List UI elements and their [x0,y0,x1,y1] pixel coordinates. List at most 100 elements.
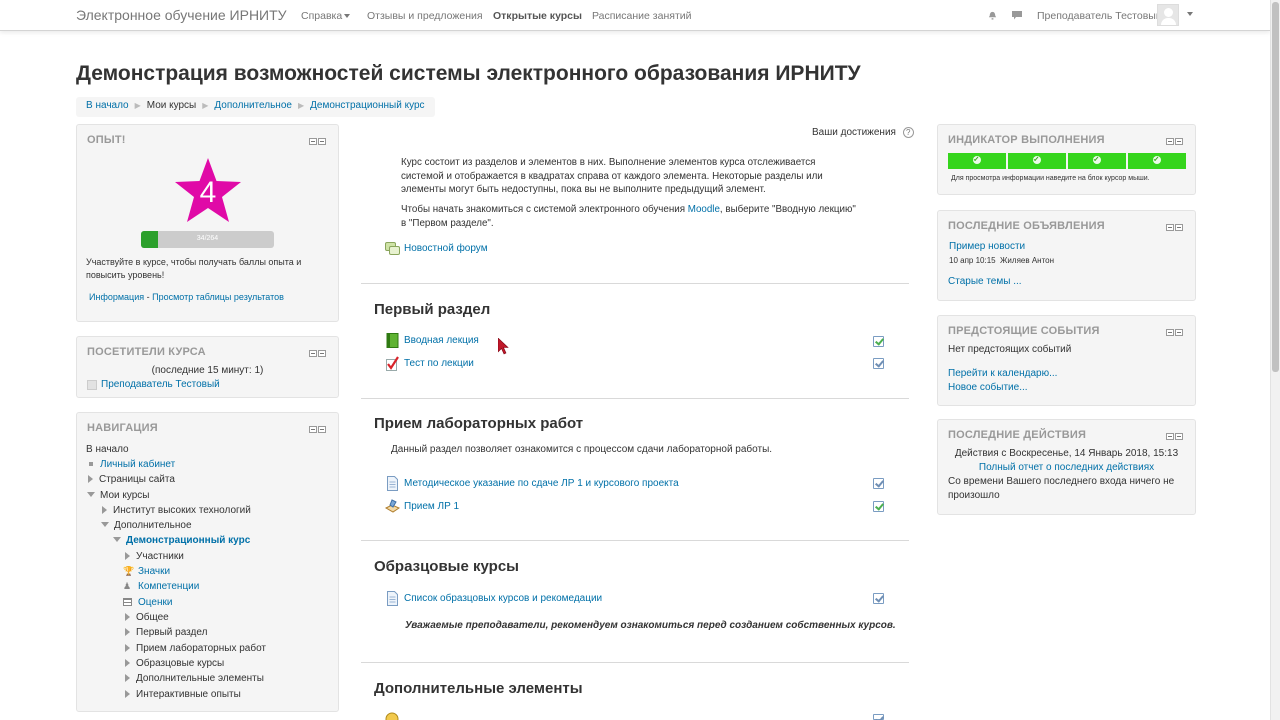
nav-tree-grades[interactable]: Оценки [123,597,172,608]
nav-tree-demo-course[interactable]: Демонстрационный курс [113,535,250,546]
breadcrumb-category[interactable]: Дополнительное [214,100,292,111]
expand-icon[interactable] [125,690,130,698]
full-report-link[interactable]: Полный отчет о последних действиях [938,462,1195,473]
expand-icon[interactable] [125,674,130,682]
activity-sample-list-link[interactable]: Список образцовых курсов и рекомедации [404,593,602,604]
nav-tree-general[interactable]: Общее [125,612,169,623]
achievements-link[interactable]: Ваши достижения ? [812,127,914,138]
site-brand-link[interactable]: Электронное обучение ИРНИТУ [76,7,287,23]
breadcrumb-separator-icon: ▶ [297,101,305,110]
dock-icon[interactable] [318,350,326,357]
block-controls[interactable] [1165,137,1185,145]
breadcrumb-home[interactable]: В начало [86,100,129,111]
completion-checkbox-done[interactable] [873,501,884,512]
block-controls[interactable] [1165,432,1185,440]
expand-icon[interactable] [125,644,130,652]
news-item-link[interactable]: Пример новости [949,241,1025,252]
nav-tree-section-1[interactable]: Первый раздел [125,627,207,638]
achievements-label[interactable]: Ваши достижения [812,127,896,138]
collapse-icon[interactable] [1166,138,1174,145]
xp-leaderboard-link[interactable]: Просмотр таблицы результатов [152,292,284,302]
dock-icon[interactable] [318,138,326,145]
messages-icon[interactable] [1012,11,1022,20]
completion-checkbox[interactable] [873,358,884,369]
new-event-link[interactable]: Новое событие... [948,382,1028,393]
nav-tree-demo-course-label[interactable]: Демонстрационный курс [126,535,250,546]
collapse-icon[interactable] [1166,224,1174,231]
activity-intro-lecture-link[interactable]: Вводная лекция [404,335,479,346]
block-controls[interactable] [308,137,328,145]
collapse-tree-icon[interactable] [87,492,95,497]
collapse-icon[interactable] [309,426,317,433]
completion-segment[interactable] [1128,153,1186,169]
notifications-icon[interactable] [988,11,997,20]
activity-lecture-quiz-link[interactable]: Тест по лекции [404,358,474,369]
expand-icon[interactable] [125,552,130,560]
nav-tree-section-extra[interactable]: Дополнительные элементы [125,673,264,684]
moodle-link[interactable]: Moodle [688,204,720,215]
visitor-user-link[interactable]: Преподаватель Тестовый [101,379,220,390]
block-controls[interactable] [1165,328,1185,336]
expand-icon[interactable] [125,613,130,621]
nav-tree-badges-label[interactable]: Значки [138,566,170,577]
nav-tree-section-labs[interactable]: Прием лабораторных работ [125,643,266,654]
nav-tree-section-interactive[interactable]: Интерактивные опыты [125,689,241,700]
dock-icon[interactable] [318,426,326,433]
scrollbar-thumb[interactable] [1272,2,1279,372]
nav-tree-home[interactable]: В начало [86,444,129,455]
nav-open-courses-link[interactable]: Открытые курсы [493,10,582,22]
dock-icon[interactable] [1175,433,1183,440]
expand-icon[interactable] [102,506,107,514]
expand-icon[interactable] [125,628,130,636]
user-menu-chevron-icon[interactable] [1187,12,1193,16]
completion-progress-bar[interactable] [948,153,1186,169]
nav-tree-competencies[interactable]: ♟ Компетенции [123,581,199,592]
collapse-icon[interactable] [309,138,317,145]
nav-tree-additional[interactable]: Дополнительное [101,520,192,531]
xp-info-link[interactable]: Информация [89,292,144,302]
nav-tree-dashboard-label[interactable]: Личный кабинет [100,459,175,470]
completion-segment[interactable] [1068,153,1126,169]
expand-icon[interactable] [88,475,93,483]
nav-feedback-link[interactable]: Отзывы и предложения [367,10,483,22]
user-menu-name[interactable]: Преподаватель Тестовый [1037,10,1162,22]
completion-segment[interactable] [1008,153,1066,169]
completion-checkbox[interactable] [873,714,884,720]
news-forum-link[interactable]: Новостной форум [404,243,488,254]
activity-lab-1-link[interactable]: Прием ЛР 1 [404,501,459,512]
help-icon[interactable]: ? [902,127,914,138]
nav-tree-participants[interactable]: Участники [125,551,184,562]
nav-tree-dashboard[interactable]: Личный кабинет [86,459,175,470]
dock-icon[interactable] [1175,224,1183,231]
collapse-tree-icon[interactable] [101,522,109,527]
activity-lab-guide-link[interactable]: Методическое указание по сдаче ЛР 1 и ку… [404,478,679,489]
nav-tree-competencies-label[interactable]: Компетенции [138,581,199,592]
nav-tree-badges[interactable]: 🏆 Значки [123,566,170,577]
nav-schedule-link[interactable]: Расписание занятий [592,10,691,22]
dock-icon[interactable] [1175,138,1183,145]
nav-tree-site-pages[interactable]: Страницы сайта [88,474,175,485]
block-controls[interactable] [308,349,328,357]
completion-segment[interactable] [948,153,1006,169]
breadcrumb-course[interactable]: Демонстрационный курс [310,100,424,111]
block-controls[interactable] [308,425,328,433]
completion-checkbox[interactable] [873,336,884,347]
nav-tree-section-samples[interactable]: Образцовые курсы [125,658,224,669]
completion-checkbox[interactable] [873,593,884,604]
collapse-icon[interactable] [1166,329,1174,336]
page-scrollbar[interactable] [1270,0,1280,720]
dock-icon[interactable] [1175,329,1183,336]
completion-checkbox[interactable] [873,478,884,489]
nav-tree-institute[interactable]: Институт высоких технологий [102,505,251,516]
nav-help-dropdown[interactable]: Справка [301,10,351,22]
collapse-icon[interactable] [1166,433,1174,440]
collapse-tree-icon[interactable] [113,537,121,542]
nav-tree-grades-label[interactable]: Оценки [138,597,172,608]
older-topics-link[interactable]: Старые темы ... [948,276,1022,287]
user-avatar[interactable] [1157,4,1179,26]
nav-tree-my-courses[interactable]: Мои курсы [87,490,150,501]
expand-icon[interactable] [125,659,130,667]
calendar-link[interactable]: Перейти к календарю... [948,368,1057,379]
block-controls[interactable] [1165,223,1185,231]
collapse-icon[interactable] [309,350,317,357]
